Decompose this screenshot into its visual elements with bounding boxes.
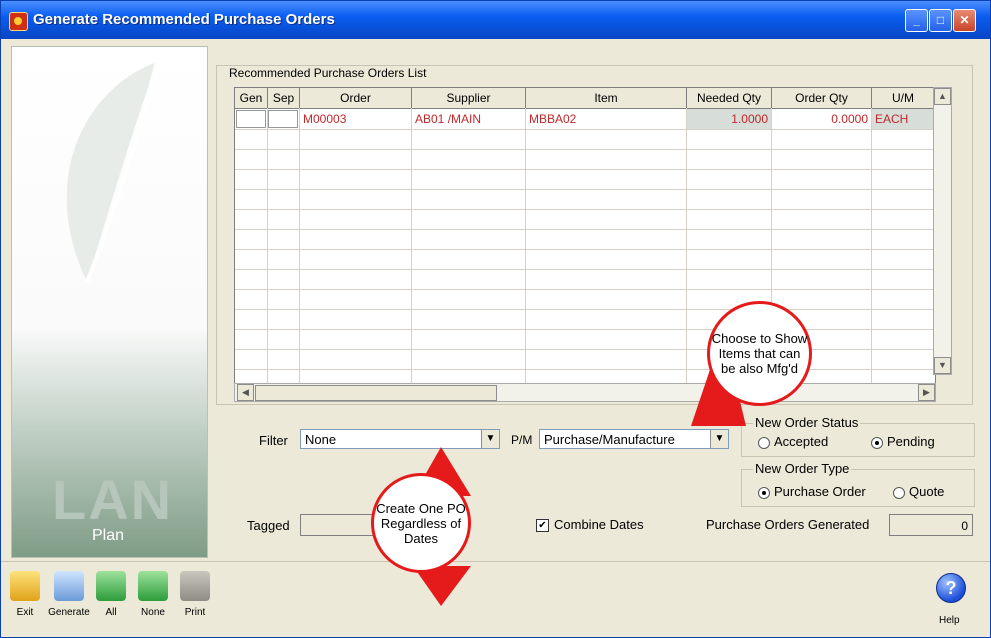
callout-mfg: Choose to Show Items that can be also Mf… — [707, 301, 812, 406]
callout-po: Create One PO Regardless of Dates — [371, 473, 471, 573]
callout-po-text: Create One PO Regardless of Dates — [376, 500, 466, 546]
annotation-arrows — [413, 331, 746, 606]
callout-mfg-text: Choose to Show Items that can be also Mf… — [711, 331, 808, 376]
main-window: Generate Recommended Purchase Orders _ □… — [0, 0, 991, 638]
